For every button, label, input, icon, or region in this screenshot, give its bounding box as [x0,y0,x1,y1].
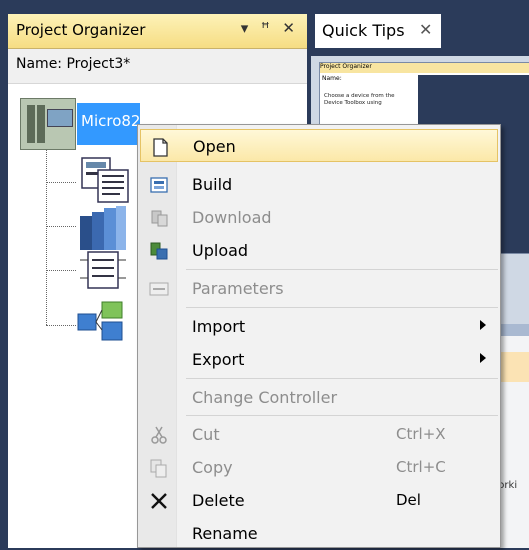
scissors-icon [151,426,167,444]
menu-item-cut[interactable]: Cut Ctrl+X [140,418,498,451]
menu-item-label: Open [193,137,236,156]
menu-item-download[interactable]: Download [140,201,498,234]
pane-controls[interactable]: ▾ ꟸ ✕ [241,19,299,37]
build-icon [150,177,168,193]
copy-icon [150,459,167,478]
menu-item-label: Export [192,350,245,369]
tree-connector [46,270,76,271]
menu-item-label: Parameters [192,279,284,298]
menu-item-delete[interactable]: Delete Del [140,484,498,517]
preview-name: Name: [322,75,342,82]
menu-separator [186,415,498,416]
open-icon [153,138,168,157]
menu-item-change-controller[interactable]: Change Controller [140,381,498,414]
upload-icon [150,242,168,260]
project-name-label: Name: Project3* [16,56,131,72]
menu-separator [186,378,498,379]
submenu-arrow-icon [480,353,486,363]
menu-item-rename[interactable]: Rename [140,517,498,550]
menu-item-label: Change Controller [192,388,338,407]
preview-text: Choose a device from the Device Toolbox … [324,93,395,106]
menu-separator [186,269,498,270]
menu-item-copy[interactable]: Copy Ctrl+C [140,451,498,484]
menu-item-label: Build [192,175,233,194]
menu-item-build[interactable]: Build [140,168,498,201]
download-icon [151,210,168,227]
submenu-arrow-icon [480,320,486,330]
user-defined-icon[interactable] [74,248,134,296]
close-icon[interactable]: ✕ [419,20,432,39]
project-organizer-title: Project Organizer [16,21,146,39]
tree-connector [46,182,76,183]
menu-item-shortcut: Ctrl+X [396,425,446,443]
menu-item-import[interactable]: Import [140,310,498,343]
tree-connector [46,150,47,325]
tree-node-micro820[interactable]: Micro820 [77,103,150,145]
tree-connector [46,226,76,227]
menu-item-label: Delete [192,491,245,510]
data-types-icon[interactable] [74,296,134,346]
menu-item-shortcut: Del [396,491,421,509]
project-organizer-header[interactable]: Project Organizer ▾ ꟸ ✕ [8,14,307,49]
menu-item-label: Cut [192,425,220,444]
menu-item-label: Rename [192,524,258,543]
menu-item-shortcut: Ctrl+C [396,458,446,476]
menu-item-label: Download [192,208,272,227]
parameters-icon [149,282,169,296]
menu-separator [186,307,498,308]
menu-item-export[interactable]: Export [140,343,498,376]
delete-x-icon [151,493,167,509]
tab-quick-tips[interactable]: Quick Tips ✕ [315,14,441,48]
menu-item-label: Import [192,317,246,336]
project-name-row: Name: Project3* [8,49,307,84]
menu-item-upload[interactable]: Upload [140,234,498,267]
programs-icon[interactable] [74,156,134,206]
menu-item-label: Upload [192,241,249,260]
menu-item-parameters[interactable]: Parameters [140,272,498,305]
menu-item-open[interactable]: Open [140,129,498,162]
context-menu: Open Build Download Upload Parameters Im… [137,124,501,548]
micro820-controller-icon[interactable] [20,98,76,150]
global-variables-icon[interactable] [74,204,134,254]
quick-tips-tab-label: Quick Tips [322,21,405,40]
tree-connector [46,325,76,326]
menu-item-label: Copy [192,458,233,477]
preview-header: Project Organizer [320,63,529,73]
